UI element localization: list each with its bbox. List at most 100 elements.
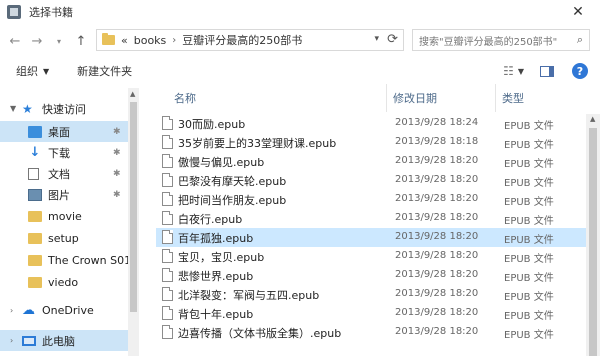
file-date: 2013/9/28 18:20: [395, 250, 479, 261]
file-type: EPUB 文件: [504, 121, 554, 132]
column-header-type[interactable]: 类型: [502, 84, 524, 112]
help-icon[interactable]: ?: [572, 63, 588, 79]
nav-item-documents[interactable]: 文档 ✱: [0, 163, 128, 184]
nav-item-label: 图片: [48, 188, 70, 202]
address-bar[interactable]: « books › 豆瓣评分最高的250部书 ▾ ⟳: [96, 29, 404, 51]
file-name: 背包十年.epub: [178, 308, 254, 321]
breadcrumb-current-folder[interactable]: 豆瓣评分最高的250部书: [182, 32, 302, 48]
nav-quick-access-label: 快速访问: [42, 102, 86, 116]
nav-item-label: movie: [48, 210, 82, 223]
navigation-scrollbar[interactable]: ▲: [128, 88, 139, 356]
search-input[interactable]: 搜索"豆瓣评分最高的250部书" ⌕: [412, 29, 590, 51]
address-row: ← → ▾ ↑ « books › 豆瓣评分最高的250部书 ▾ ⟳ 搜索"豆瓣…: [0, 24, 600, 58]
nav-item-viedo[interactable]: viedo: [0, 272, 128, 293]
chevron-right-icon[interactable]: ›: [10, 306, 13, 315]
file-date: 2013/9/28 18:20: [395, 174, 479, 185]
file-row[interactable]: 边喜传播（文体书版全集）.epub 2013/9/28 18:20 EPUB 文…: [156, 323, 590, 342]
folder-icon: [28, 255, 42, 266]
navigation-pane: ▼ ★ 快速访问 桌面 ✱ ↓ 下载 ✱ 文档 ✱ 图片 ✱ movie set…: [0, 88, 140, 356]
file-name: 百年孤独.epub: [178, 232, 254, 245]
file-row[interactable]: 巴黎没有摩天轮.epub 2013/9/28 18:20 EPUB 文件: [156, 171, 590, 190]
nav-item-downloads[interactable]: ↓ 下载 ✱: [0, 142, 128, 163]
column-header-date[interactable]: 修改日期: [393, 84, 437, 112]
file-icon: [162, 287, 173, 301]
file-row[interactable]: 背包十年.epub 2013/9/28 18:20 EPUB 文件: [156, 304, 590, 323]
computer-icon: [22, 335, 36, 346]
column-divider[interactable]: [386, 84, 387, 112]
nav-item-pictures[interactable]: 图片 ✱: [0, 184, 128, 205]
file-row[interactable]: 傲慢与偏见.epub 2013/9/28 18:20 EPUB 文件: [156, 152, 590, 171]
column-header-name[interactable]: 名称: [174, 84, 196, 112]
nav-this-pc-label: 此电脑: [42, 334, 75, 348]
breadcrumb-books[interactable]: books: [134, 34, 167, 47]
nav-this-pc[interactable]: › 此电脑: [0, 330, 128, 351]
file-list: 名称 修改日期 类型 30而励.epub 2013/9/28 18:24 EPU…: [148, 84, 600, 356]
scrollbar-thumb[interactable]: [589, 128, 597, 356]
chevron-down-icon: ▼: [43, 66, 50, 76]
search-placeholder: 搜索"豆瓣评分最高的250部书": [419, 36, 558, 48]
file-type: EPUB 文件: [504, 235, 554, 246]
file-list-scrollbar[interactable]: ▲: [586, 114, 600, 356]
organize-button[interactable]: 组织 ▼: [16, 63, 49, 79]
file-type: EPUB 文件: [504, 159, 554, 170]
forward-button[interactable]: →: [26, 30, 48, 52]
nav-onedrive-label: OneDrive: [42, 304, 94, 317]
nav-item-movie[interactable]: movie: [0, 206, 128, 227]
file-name: 35岁前要上的33堂理财课.epub: [178, 137, 337, 150]
scroll-up-icon[interactable]: ▲: [590, 115, 595, 123]
chevron-right-icon[interactable]: ›: [10, 336, 13, 345]
nav-item-desktop[interactable]: 桌面 ✱: [0, 121, 128, 142]
view-options-icon[interactable]: ☷: [503, 64, 514, 78]
new-folder-button[interactable]: 新建文件夹: [77, 63, 132, 79]
back-button[interactable]: ←: [4, 30, 26, 52]
file-icon: [162, 306, 173, 320]
address-overflow[interactable]: «: [121, 34, 128, 47]
command-bar: 组织 ▼ 新建文件夹 ☷ ▼ ?: [0, 58, 600, 84]
file-row[interactable]: 把时间当作朋友.epub 2013/9/28 18:20 EPUB 文件: [156, 190, 590, 209]
preview-pane-icon[interactable]: [540, 65, 554, 77]
title-bar: 选择书籍 ✕: [0, 0, 600, 24]
file-type: EPUB 文件: [504, 178, 554, 189]
file-type: EPUB 文件: [504, 273, 554, 284]
up-button[interactable]: ↑: [70, 30, 92, 52]
file-date: 2013/9/28 18:20: [395, 193, 479, 204]
address-dropdown-icon[interactable]: ▾: [374, 34, 379, 44]
file-icon: [162, 249, 173, 263]
view-dropdown-icon[interactable]: ▼: [518, 67, 524, 76]
file-icon: [162, 135, 173, 149]
nav-item-label: 文档: [48, 167, 70, 181]
chevron-down-icon[interactable]: ▼: [10, 104, 16, 113]
file-row-selected[interactable]: 百年孤独.epub 2013/9/28 18:20 EPUB 文件: [156, 228, 590, 247]
file-row[interactable]: 悲惨世界.epub 2013/9/28 18:20 EPUB 文件: [156, 266, 590, 285]
toolbar-right: ☷ ▼ ?: [503, 58, 600, 84]
recent-locations-button[interactable]: ▾: [48, 30, 70, 52]
file-date: 2013/9/28 18:20: [395, 155, 479, 166]
refresh-icon[interactable]: ⟳: [387, 32, 398, 47]
close-button[interactable]: ✕: [556, 0, 600, 24]
column-divider[interactable]: [495, 84, 496, 112]
cloud-icon: ☁: [22, 302, 35, 318]
file-date: 2013/9/28 18:20: [395, 231, 479, 242]
nav-quick-access[interactable]: ▼ ★ 快速访问: [0, 98, 128, 119]
file-row[interactable]: 宝贝，宝贝.epub 2013/9/28 18:20 EPUB 文件: [156, 247, 590, 266]
file-row[interactable]: 35岁前要上的33堂理财课.epub 2013/9/28 18:18 EPUB …: [156, 133, 590, 152]
file-icon: [162, 325, 173, 339]
pin-icon: ✱: [113, 147, 121, 158]
scroll-up-icon[interactable]: ▲: [130, 90, 135, 98]
arrow-right-icon: →: [31, 33, 43, 49]
file-row[interactable]: 30而励.epub 2013/9/28 18:24 EPUB 文件: [156, 114, 590, 133]
nav-item-the-crown[interactable]: The Crown S01: [0, 250, 131, 271]
file-name: 巴黎没有摩天轮.epub: [178, 175, 287, 188]
file-name: 北洋裂变：军阀与五四.epub: [178, 289, 320, 302]
breadcrumb-separator[interactable]: ›: [172, 35, 176, 46]
file-row[interactable]: 白夜行.epub 2013/9/28 18:20 EPUB 文件: [156, 209, 590, 228]
document-icon: [28, 167, 39, 180]
app-icon: [7, 5, 21, 19]
file-type: EPUB 文件: [504, 216, 554, 227]
pin-icon: ✱: [113, 189, 121, 200]
scrollbar-thumb[interactable]: [130, 102, 137, 312]
arrow-left-icon: ←: [9, 33, 21, 49]
file-row[interactable]: 北洋裂变：军阀与五四.epub 2013/9/28 18:20 EPUB 文件: [156, 285, 590, 304]
nav-item-setup[interactable]: setup: [0, 228, 128, 249]
nav-onedrive[interactable]: › ☁ OneDrive: [0, 300, 128, 321]
